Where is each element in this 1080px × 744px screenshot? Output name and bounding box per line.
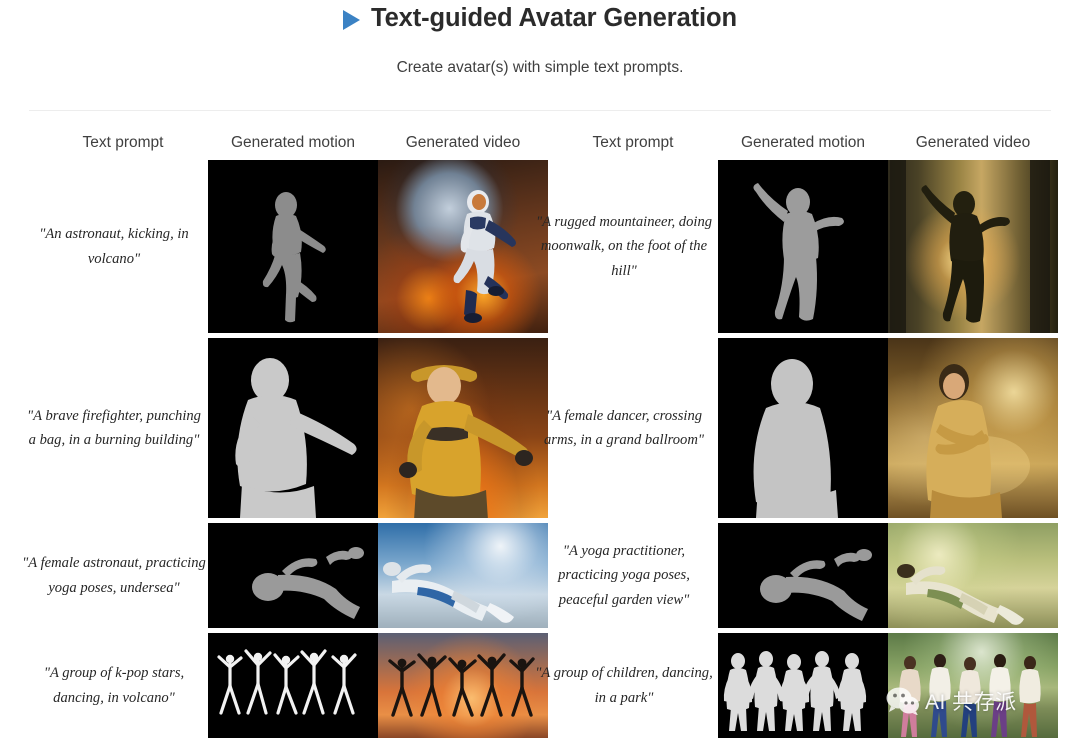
prompt-text: "A yoga practitioner, practicing yoga po… xyxy=(558,543,690,608)
video-figure-female-dancer xyxy=(926,364,1030,518)
video-figure-children-group xyxy=(899,654,1041,737)
generated-video-panel[interactable] xyxy=(888,160,1058,333)
result-row: "A yoga practitioner, practicing yoga po… xyxy=(510,523,1058,628)
prompt-text: "A group of children, dancing, in a park… xyxy=(535,665,713,706)
generated-motion-panel[interactable] xyxy=(718,523,888,628)
video-figure-yoga-practitioner xyxy=(897,564,1024,625)
prompt-text: "A group of k-pop stars, dancing, in vol… xyxy=(43,665,185,706)
motion-silhouette-crossed-arms xyxy=(718,338,888,518)
generated-motion-panel[interactable] xyxy=(208,338,378,518)
title-row: Text-guided Avatar Generation xyxy=(0,4,1080,33)
video-figure-mountaineer xyxy=(890,160,1050,333)
prompt-text: "A brave firefighter, punching a bag, in… xyxy=(27,407,201,448)
result-row: "A female astronaut, practicing yoga pos… xyxy=(0,523,548,628)
result-row: "A group of children, dancing, in a park… xyxy=(510,633,1058,738)
motion-silhouette-yoga xyxy=(718,523,888,628)
results-group-right: Text prompt Generated motion Generated v… xyxy=(510,134,1058,738)
result-row: "A brave firefighter, punching a bag, in… xyxy=(0,338,548,518)
column-header-prompt: Text prompt xyxy=(592,134,674,151)
motion-silhouette-moonwalk xyxy=(718,160,888,333)
column-headers-right: Text prompt Generated motion Generated v… xyxy=(510,134,1058,160)
result-row: "A female dancer, crossing arms, in a gr… xyxy=(510,338,1058,518)
page-header: Text-guided Avatar Generation Create ava… xyxy=(0,0,1080,111)
play-triangle-icon xyxy=(343,9,361,30)
motion-silhouette-yoga xyxy=(208,523,378,628)
prompt-text: "An astronaut, kicking, in volcano" xyxy=(39,226,189,267)
motion-silhouette-kick xyxy=(208,160,378,333)
prompt-text: "A female astronaut, practicing yoga pos… xyxy=(22,555,206,596)
result-row: "An astronaut, kicking, in volcano" xyxy=(0,160,548,333)
page-subtitle: Create avatar(s) with simple text prompt… xyxy=(396,59,684,76)
generated-motion-panel[interactable] xyxy=(208,523,378,628)
result-row: "A rugged mountaineer, doing moonwalk, o… xyxy=(510,160,1058,333)
column-header-motion: Generated motion xyxy=(740,134,866,151)
rows-left: "An astronaut, kicking, in volcano" "A b… xyxy=(0,160,548,738)
column-header-motion: Generated motion xyxy=(230,134,356,151)
column-headers-left: Text prompt Generated motion Generated v… xyxy=(0,134,548,160)
generated-motion-panel[interactable] xyxy=(718,338,888,518)
prompt-text: "A rugged mountaineer, doing moonwalk, o… xyxy=(535,214,713,279)
column-header-video: Generated video xyxy=(915,134,1031,151)
results-group-left: Text prompt Generated motion Generated v… xyxy=(0,134,548,738)
generated-motion-panel[interactable] xyxy=(718,160,888,333)
page-title: Text-guided Avatar Generation xyxy=(371,4,737,32)
generated-motion-panel[interactable] xyxy=(208,633,378,738)
prompt-text: "A female dancer, crossing arms, in a gr… xyxy=(543,407,705,448)
column-header-prompt: Text prompt xyxy=(82,134,164,151)
result-row: "A group of k-pop stars, dancing, in vol… xyxy=(0,633,548,738)
generated-video-panel[interactable] xyxy=(888,338,1058,518)
generated-video-panel[interactable] xyxy=(888,633,1058,738)
rows-right: "A rugged mountaineer, doing moonwalk, o… xyxy=(510,160,1058,738)
motion-silhouette-group-children xyxy=(718,633,888,738)
header-divider xyxy=(29,110,1051,111)
motion-silhouette-group-dance xyxy=(208,633,378,738)
motion-silhouette-punch xyxy=(208,338,378,518)
generated-video-panel[interactable] xyxy=(888,523,1058,628)
generated-motion-panel[interactable] xyxy=(718,633,888,738)
generated-motion-panel[interactable] xyxy=(208,160,378,333)
